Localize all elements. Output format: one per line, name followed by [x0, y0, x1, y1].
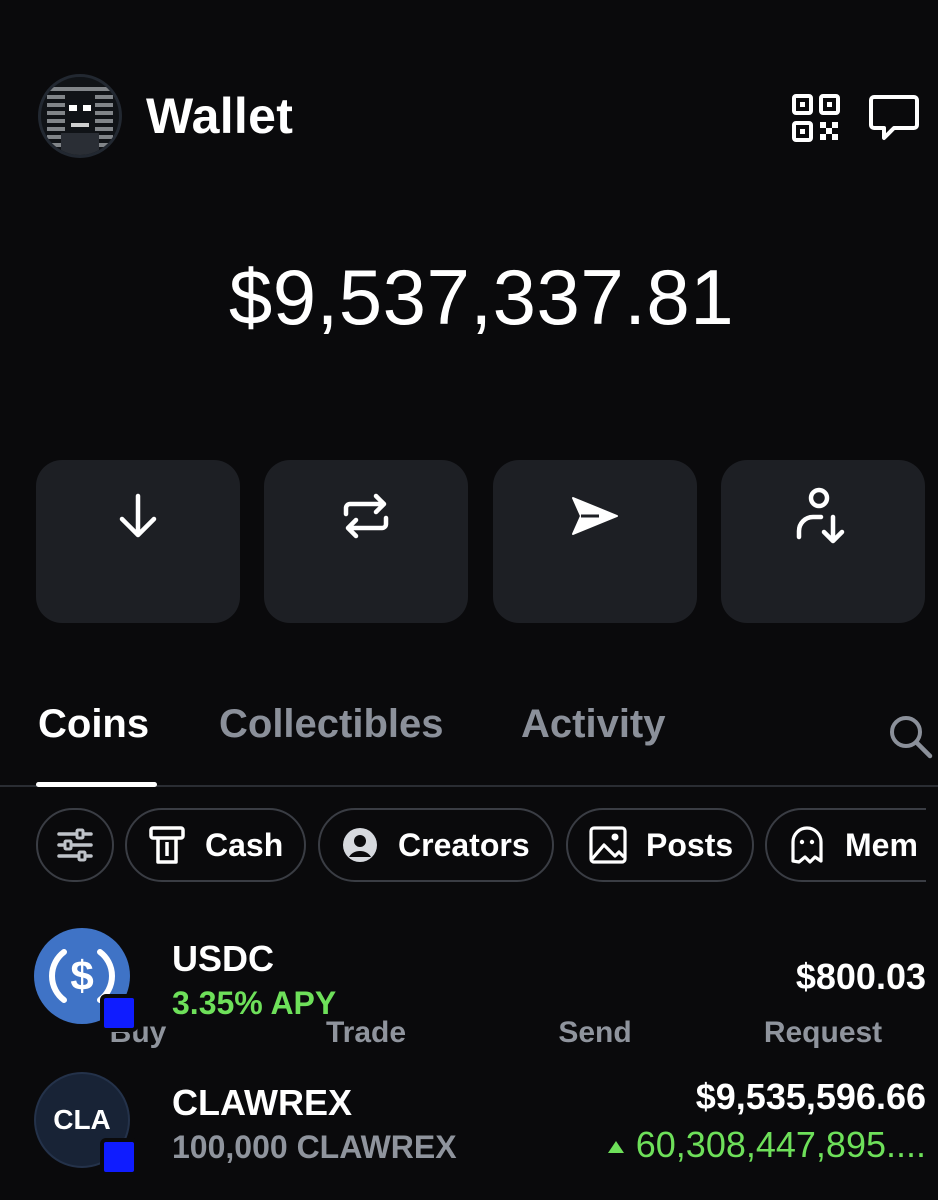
filter-posts-chip[interactable]: Posts: [566, 808, 754, 882]
filter-memes-label: Mem: [845, 826, 918, 863]
buy-button[interactable]: Buy: [36, 460, 240, 1049]
coin-value: $800.03: [795, 956, 926, 997]
arrow-down-icon: [36, 486, 240, 546]
page-title: Wallet: [146, 88, 294, 144]
filter-posts-label: Posts: [646, 826, 734, 863]
filter-settings-chip[interactable]: [36, 808, 114, 882]
request-button[interactable]: Request: [721, 460, 925, 1049]
filter-creators-chip[interactable]: Creators: [318, 808, 554, 882]
sliders-icon: [56, 828, 94, 862]
send-label: Send: [558, 1016, 632, 1049]
chain-badge: [100, 994, 138, 1032]
coin-apy: 3.35% APY: [172, 985, 337, 1021]
chat-bubble-icon[interactable]: [868, 92, 920, 144]
chain-badge: [100, 1138, 138, 1176]
paper-plane-icon: [493, 486, 697, 546]
tab-coins[interactable]: Coins: [38, 700, 149, 748]
filter-chip-row: Cash Creators Posts Mem: [36, 808, 926, 886]
person-circle-icon: [340, 825, 380, 865]
image-icon: [588, 825, 628, 865]
coin-change-value: 60,308,447,895....: [635, 1124, 926, 1165]
filter-memes-chip[interactable]: Mem: [765, 808, 926, 882]
request-label: Request: [763, 1016, 883, 1049]
clawrex-logo-text: CLA: [53, 1104, 111, 1135]
coin-name: CLAWREX: [172, 1082, 352, 1123]
trade-button[interactable]: Trade: [264, 460, 468, 1049]
tab-collectibles[interactable]: Collectibles: [219, 700, 444, 748]
triangle-up-icon: [607, 1141, 624, 1154]
usdc-logo-text: $: [70, 952, 93, 999]
search-icon[interactable]: [886, 712, 934, 760]
active-tab-indicator: [36, 782, 157, 787]
avatar[interactable]: [38, 74, 122, 158]
person-arrow-down-icon: [721, 486, 925, 546]
ghost-icon: [787, 825, 827, 865]
coin-change: 60,308,447,895....: [606, 1124, 926, 1166]
coin-holdings: 100,000 CLAWREX: [172, 1129, 457, 1165]
coin-value: $9,535,596.66: [695, 1076, 926, 1117]
pixel-portrait-avatar: [41, 77, 119, 155]
cash-icon: [147, 825, 187, 865]
tab-activity[interactable]: Activity: [521, 700, 666, 748]
filter-cash-chip[interactable]: Cash: [125, 808, 306, 882]
send-button[interactable]: Send: [493, 460, 697, 1049]
filter-creators-label: Creators: [398, 826, 530, 863]
filter-cash-label: Cash: [205, 826, 284, 863]
qr-code-icon[interactable]: [790, 92, 842, 144]
coin-name: USDC: [172, 938, 275, 979]
swap-arrows-icon: [264, 486, 468, 546]
total-balance: $9,537,337.81: [228, 253, 735, 341]
